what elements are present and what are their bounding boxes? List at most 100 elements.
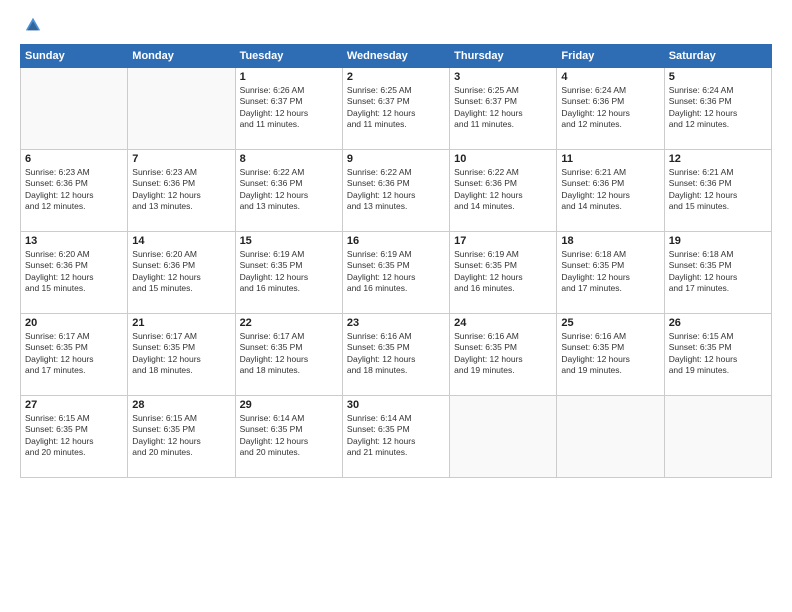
day-info: Sunrise: 6:15 AM Sunset: 6:35 PM Dayligh…	[669, 331, 767, 377]
calendar-cell: 10 Sunrise: 6:22 AM Sunset: 6:36 PM Dayli…	[450, 150, 557, 232]
day-info: Sunrise: 6:20 AM Sunset: 6:36 PM Dayligh…	[25, 249, 123, 295]
calendar-cell: 23 Sunrise: 6:16 AM Sunset: 6:35 PM Dayli…	[342, 314, 449, 396]
day-info: Sunrise: 6:14 AM Sunset: 6:35 PM Dayligh…	[240, 413, 338, 459]
day-info: Sunrise: 6:20 AM Sunset: 6:36 PM Dayligh…	[132, 249, 230, 295]
day-number: 28	[132, 399, 230, 411]
calendar-cell: 30 Sunrise: 6:14 AM Sunset: 6:35 PM Dayli…	[342, 396, 449, 478]
day-info: Sunrise: 6:19 AM Sunset: 6:35 PM Dayligh…	[347, 249, 445, 295]
day-info: Sunrise: 6:15 AM Sunset: 6:35 PM Dayligh…	[132, 413, 230, 459]
calendar-cell: 16 Sunrise: 6:19 AM Sunset: 6:35 PM Dayli…	[342, 232, 449, 314]
day-number: 13	[25, 235, 123, 247]
day-info: Sunrise: 6:23 AM Sunset: 6:36 PM Dayligh…	[25, 167, 123, 213]
header	[20, 16, 772, 34]
day-info: Sunrise: 6:17 AM Sunset: 6:35 PM Dayligh…	[132, 331, 230, 377]
calendar-cell: 19 Sunrise: 6:18 AM Sunset: 6:35 PM Dayli…	[664, 232, 771, 314]
day-number: 8	[240, 153, 338, 165]
day-info: Sunrise: 6:26 AM Sunset: 6:37 PM Dayligh…	[240, 85, 338, 131]
day-info: Sunrise: 6:17 AM Sunset: 6:35 PM Dayligh…	[25, 331, 123, 377]
calendar-cell: 26 Sunrise: 6:15 AM Sunset: 6:35 PM Dayli…	[664, 314, 771, 396]
day-info: Sunrise: 6:15 AM Sunset: 6:35 PM Dayligh…	[25, 413, 123, 459]
calendar-cell: 1 Sunrise: 6:26 AM Sunset: 6:37 PM Daylig…	[235, 68, 342, 150]
day-number: 21	[132, 317, 230, 329]
day-number: 20	[25, 317, 123, 329]
day-number: 19	[669, 235, 767, 247]
day-info: Sunrise: 6:21 AM Sunset: 6:36 PM Dayligh…	[669, 167, 767, 213]
calendar-week-4: 27 Sunrise: 6:15 AM Sunset: 6:35 PM Dayli…	[21, 396, 772, 478]
calendar-cell: 2 Sunrise: 6:25 AM Sunset: 6:37 PM Daylig…	[342, 68, 449, 150]
calendar-cell: 24 Sunrise: 6:16 AM Sunset: 6:35 PM Dayli…	[450, 314, 557, 396]
calendar-cell: 21 Sunrise: 6:17 AM Sunset: 6:35 PM Dayli…	[128, 314, 235, 396]
day-number: 26	[669, 317, 767, 329]
page: SundayMondayTuesdayWednesdayThursdayFrid…	[0, 0, 792, 612]
calendar-header-sunday: Sunday	[21, 45, 128, 68]
calendar-cell: 28 Sunrise: 6:15 AM Sunset: 6:35 PM Dayli…	[128, 396, 235, 478]
calendar-cell: 14 Sunrise: 6:20 AM Sunset: 6:36 PM Dayli…	[128, 232, 235, 314]
day-info: Sunrise: 6:16 AM Sunset: 6:35 PM Dayligh…	[347, 331, 445, 377]
calendar-header-tuesday: Tuesday	[235, 45, 342, 68]
day-number: 5	[669, 71, 767, 83]
day-number: 7	[132, 153, 230, 165]
day-number: 10	[454, 153, 552, 165]
logo	[20, 16, 44, 34]
day-info: Sunrise: 6:21 AM Sunset: 6:36 PM Dayligh…	[561, 167, 659, 213]
day-info: Sunrise: 6:25 AM Sunset: 6:37 PM Dayligh…	[454, 85, 552, 131]
calendar-cell: 15Sunrise: 6:19 AM Sunset: 6:35 PM Dayli…	[235, 232, 342, 314]
day-number: 23	[347, 317, 445, 329]
day-number: 14	[132, 235, 230, 247]
day-number: 4	[561, 71, 659, 83]
calendar-cell: 5 Sunrise: 6:24 AM Sunset: 6:36 PM Daylig…	[664, 68, 771, 150]
calendar-cell	[664, 396, 771, 478]
calendar-header-saturday: Saturday	[664, 45, 771, 68]
day-number: 27	[25, 399, 123, 411]
day-info: Sunrise: 6:18 AM Sunset: 6:35 PM Dayligh…	[669, 249, 767, 295]
day-info: Sunrise: 6:24 AM Sunset: 6:36 PM Dayligh…	[669, 85, 767, 131]
logo-icon	[24, 16, 42, 34]
day-info: Sunrise: 6:18 AM Sunset: 6:35 PM Dayligh…	[561, 249, 659, 295]
calendar-cell: 13 Sunrise: 6:20 AM Sunset: 6:36 PM Dayli…	[21, 232, 128, 314]
calendar-cell: 20 Sunrise: 6:17 AM Sunset: 6:35 PM Dayli…	[21, 314, 128, 396]
day-info: Sunrise: 6:19 AM Sunset: 6:35 PM Dayligh…	[454, 249, 552, 295]
calendar-cell: 4Sunrise: 6:24 AM Sunset: 6:36 PM Daylig…	[557, 68, 664, 150]
day-number: 16	[347, 235, 445, 247]
day-number: 11	[561, 153, 659, 165]
day-info: Sunrise: 6:23 AM Sunset: 6:36 PM Dayligh…	[132, 167, 230, 213]
calendar-cell: 29 Sunrise: 6:14 AM Sunset: 6:35 PM Dayli…	[235, 396, 342, 478]
calendar-cell	[21, 68, 128, 150]
calendar-header-row: SundayMondayTuesdayWednesdayThursdayFrid…	[21, 45, 772, 68]
calendar-header-friday: Friday	[557, 45, 664, 68]
day-info: Sunrise: 6:14 AM Sunset: 6:35 PM Dayligh…	[347, 413, 445, 459]
day-info: Sunrise: 6:17 AM Sunset: 6:35 PM Dayligh…	[240, 331, 338, 377]
day-number: 18	[561, 235, 659, 247]
day-info: Sunrise: 6:22 AM Sunset: 6:36 PM Dayligh…	[347, 167, 445, 213]
calendar-cell: 6Sunrise: 6:23 AM Sunset: 6:36 PM Daylig…	[21, 150, 128, 232]
day-info: Sunrise: 6:25 AM Sunset: 6:37 PM Dayligh…	[347, 85, 445, 131]
day-number: 30	[347, 399, 445, 411]
day-number: 15	[240, 235, 338, 247]
calendar-header-monday: Monday	[128, 45, 235, 68]
calendar-cell: 8 Sunrise: 6:22 AM Sunset: 6:36 PM Daylig…	[235, 150, 342, 232]
calendar-cell: 17Sunrise: 6:19 AM Sunset: 6:35 PM Dayli…	[450, 232, 557, 314]
calendar-cell	[128, 68, 235, 150]
calendar-cell: 3Sunrise: 6:25 AM Sunset: 6:37 PM Daylig…	[450, 68, 557, 150]
calendar-header-wednesday: Wednesday	[342, 45, 449, 68]
day-number: 25	[561, 317, 659, 329]
day-info: Sunrise: 6:22 AM Sunset: 6:36 PM Dayligh…	[454, 167, 552, 213]
day-number: 24	[454, 317, 552, 329]
day-number: 9	[347, 153, 445, 165]
day-info: Sunrise: 6:22 AM Sunset: 6:36 PM Dayligh…	[240, 167, 338, 213]
day-number: 29	[240, 399, 338, 411]
calendar-cell: 11 Sunrise: 6:21 AM Sunset: 6:36 PM Dayli…	[557, 150, 664, 232]
calendar-week-0: 1 Sunrise: 6:26 AM Sunset: 6:37 PM Daylig…	[21, 68, 772, 150]
day-info: Sunrise: 6:16 AM Sunset: 6:35 PM Dayligh…	[561, 331, 659, 377]
calendar-cell: 18 Sunrise: 6:18 AM Sunset: 6:35 PM Dayli…	[557, 232, 664, 314]
day-number: 1	[240, 71, 338, 83]
day-number: 22	[240, 317, 338, 329]
calendar-cell: 27 Sunrise: 6:15 AM Sunset: 6:35 PM Dayli…	[21, 396, 128, 478]
calendar-header-thursday: Thursday	[450, 45, 557, 68]
day-number: 2	[347, 71, 445, 83]
calendar-week-3: 20 Sunrise: 6:17 AM Sunset: 6:35 PM Dayli…	[21, 314, 772, 396]
calendar-week-2: 13 Sunrise: 6:20 AM Sunset: 6:36 PM Dayli…	[21, 232, 772, 314]
calendar-cell: 25 Sunrise: 6:16 AM Sunset: 6:35 PM Dayli…	[557, 314, 664, 396]
calendar: SundayMondayTuesdayWednesdayThursdayFrid…	[20, 44, 772, 478]
day-info: Sunrise: 6:16 AM Sunset: 6:35 PM Dayligh…	[454, 331, 552, 377]
